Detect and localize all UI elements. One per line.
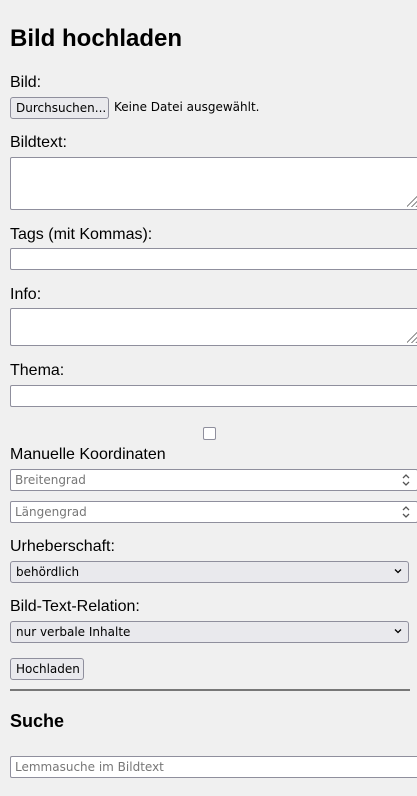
chevron-down-icon	[394, 629, 402, 634]
browse-button[interactable]: Durchsuchen...	[10, 97, 109, 119]
page-title: Bild hochladen	[10, 25, 183, 52]
info-label: Info:	[10, 286, 42, 303]
latitude-input[interactable]: Breitengrad	[10, 469, 417, 491]
resize-handle-icon[interactable]	[407, 331, 417, 343]
relation-value: nur verbale Inhalte	[16, 625, 131, 639]
longitude-placeholder: Längengrad	[15, 505, 87, 519]
relation-label: Bild-Text-Relation:	[10, 598, 140, 615]
topic-label: Thema:	[10, 362, 65, 379]
relation-select[interactable]: nur verbale Inhalte	[10, 621, 409, 643]
file-status: Keine Datei ausgewählt.	[114, 100, 260, 114]
tags-label: Tags (mit Kommas):	[10, 226, 153, 243]
authorship-select[interactable]: behördlich	[10, 561, 409, 583]
spinner-arrows-icon[interactable]	[401, 504, 411, 520]
longitude-input[interactable]: Längengrad	[10, 501, 417, 523]
upload-button[interactable]: Hochladen	[10, 658, 84, 680]
topic-input[interactable]	[10, 385, 417, 407]
spinner-arrows-icon[interactable]	[401, 472, 411, 488]
authorship-value: behördlich	[16, 565, 80, 579]
chevron-down-icon	[394, 569, 402, 574]
manual-coordinates-checkbox[interactable]	[203, 427, 216, 440]
caption-textarea[interactable]	[10, 157, 417, 210]
manual-coordinates-label: Manuelle Koordinaten	[10, 446, 166, 463]
caption-label: Bildtext:	[10, 134, 67, 151]
image-label: Bild:	[10, 74, 42, 91]
resize-handle-icon[interactable]	[407, 195, 417, 207]
info-textarea[interactable]	[10, 308, 417, 346]
search-title: Suche	[10, 711, 65, 731]
tags-input[interactable]	[10, 248, 417, 270]
section-divider	[10, 689, 410, 691]
latitude-placeholder: Breitengrad	[15, 473, 86, 487]
search-input[interactable]: Lemmasuche im Bildtext	[10, 756, 417, 778]
authorship-label: Urheberschaft:	[10, 538, 115, 555]
search-placeholder: Lemmasuche im Bildtext	[15, 760, 164, 774]
